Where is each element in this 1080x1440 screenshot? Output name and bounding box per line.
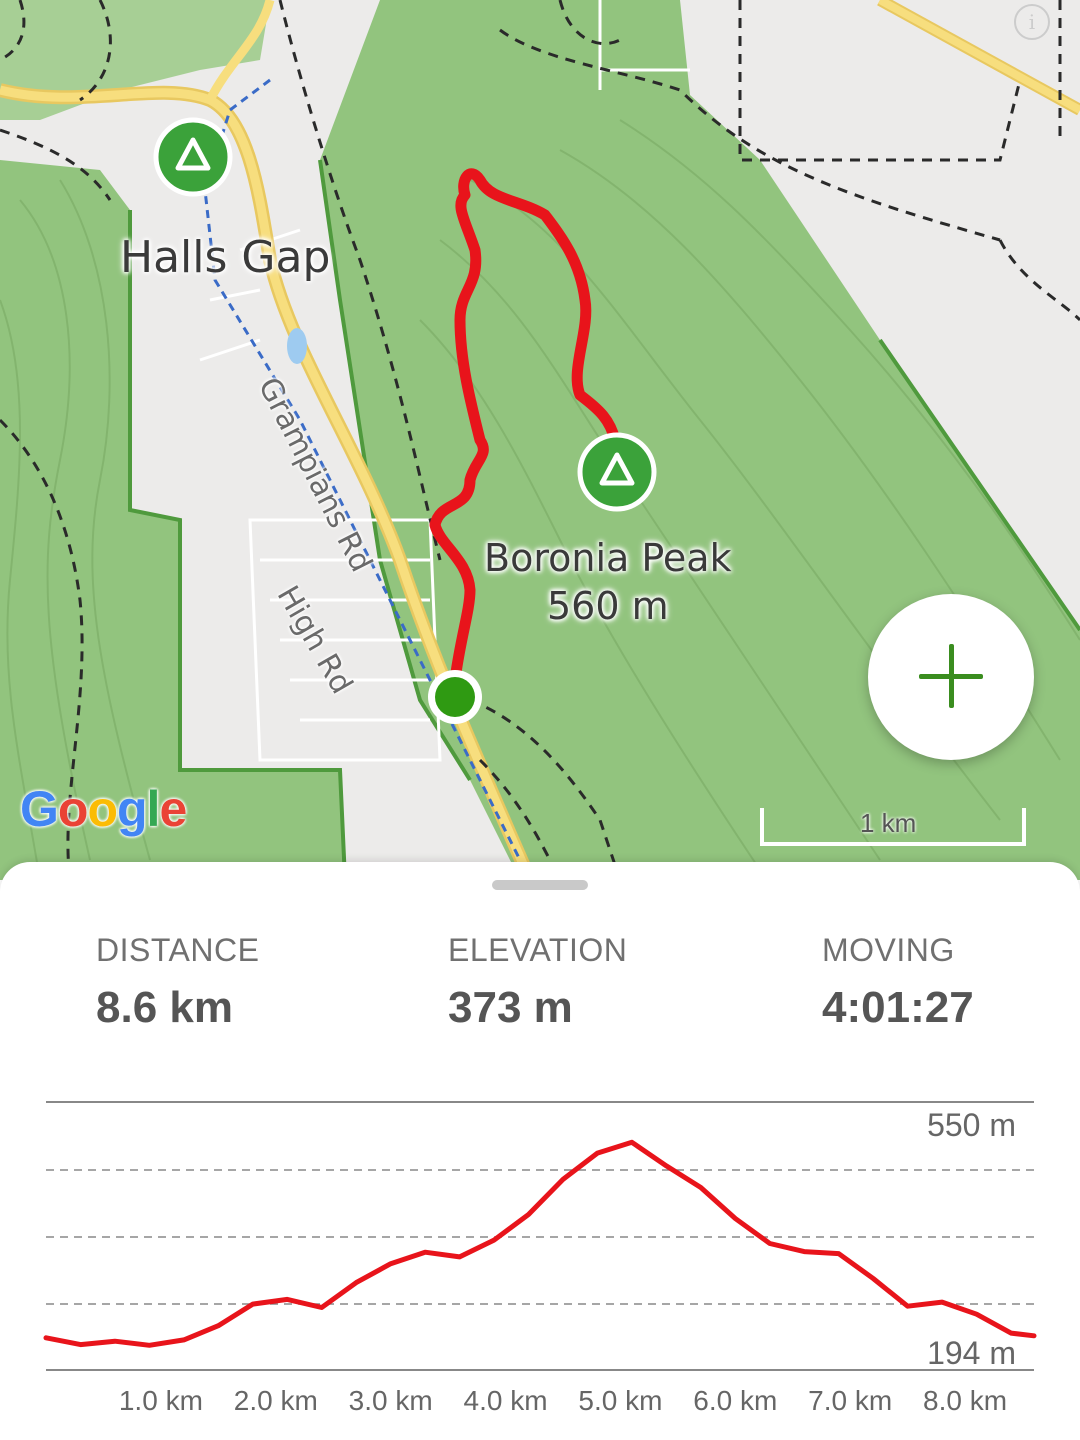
x-tick-label: 7.0 km — [808, 1385, 892, 1416]
peak-label: Boronia Peak 560 m — [484, 534, 732, 630]
x-tick-label: 3.0 km — [349, 1385, 433, 1416]
stat-moving: MOVING 4:01:27 — [822, 932, 974, 1033]
logo-letter: o — [57, 781, 89, 837]
logo-letter: l — [146, 781, 161, 837]
x-tick-label: 1.0 km — [119, 1385, 203, 1416]
x-tick-label: 6.0 km — [693, 1385, 777, 1416]
stat-elevation-label: ELEVATION — [448, 932, 628, 968]
x-tick-label: 5.0 km — [578, 1385, 662, 1416]
summit-icon-boronia-peak — [577, 432, 657, 512]
chart-series — [43, 1139, 1037, 1348]
x-tick-label: 8.0 km — [923, 1385, 1007, 1416]
chart-grid — [46, 1101, 1034, 1371]
scale-bar-label: 1 km — [860, 808, 917, 838]
stat-elevation-value: 373 m — [448, 983, 573, 1032]
logo-letter: G — [20, 781, 59, 837]
y-max-label: 550 m — [927, 1107, 1016, 1143]
road-northeast — [878, 0, 1080, 114]
x-tick-label: 4.0 km — [464, 1385, 548, 1416]
y-min-label: 194 m — [927, 1335, 1016, 1371]
stat-distance-value: 8.6 km — [96, 983, 233, 1032]
stat-moving-value: 4:01:27 — [822, 983, 974, 1032]
stat-distance-label: DISTANCE — [96, 932, 260, 968]
campground-icon-halls-gap — [153, 117, 233, 197]
drag-handle[interactable] — [492, 880, 588, 890]
x-tick-label: 2.0 km — [234, 1385, 318, 1416]
stats-sheet[interactable]: DISTANCE 8.6 km ELEVATION 373 m MOVING 4… — [0, 862, 1080, 1440]
google-logo[interactable]: Google — [20, 780, 187, 838]
elevation-line — [43, 1139, 1037, 1348]
town-label: Halls Gap — [120, 232, 331, 283]
map-view[interactable]: Halls Gap Boronia Peak 560 m Grampians R… — [0, 0, 1080, 880]
stat-distance: DISTANCE 8.6 km — [96, 932, 259, 1033]
x-axis-ticks: 1.0 km 2.0 km 3.0 km 4.0 km 5.0 km 6.0 km 7.0 … — [119, 1385, 1007, 1416]
logo-letter: g — [117, 781, 148, 837]
peak-elevation: 560 m — [546, 584, 669, 628]
zoom-in-button[interactable] — [868, 594, 1034, 760]
stat-moving-label: MOVING — [822, 932, 955, 968]
peak-name: Boronia Peak — [484, 536, 732, 580]
logo-letter: o — [87, 781, 118, 837]
info-icon[interactable]: i — [1014, 4, 1050, 40]
scale-bar: 1 km — [760, 808, 1026, 848]
stat-elevation: ELEVATION 373 m — [448, 932, 627, 1033]
lake — [287, 328, 307, 364]
elevation-chart[interactable]: 550 m 194 m 1.0 km 2.0 km 3.0 km 4.0 km 5.0 … — [0, 1082, 1080, 1440]
logo-letter: e — [159, 781, 187, 837]
start-marker[interactable] — [435, 677, 475, 717]
